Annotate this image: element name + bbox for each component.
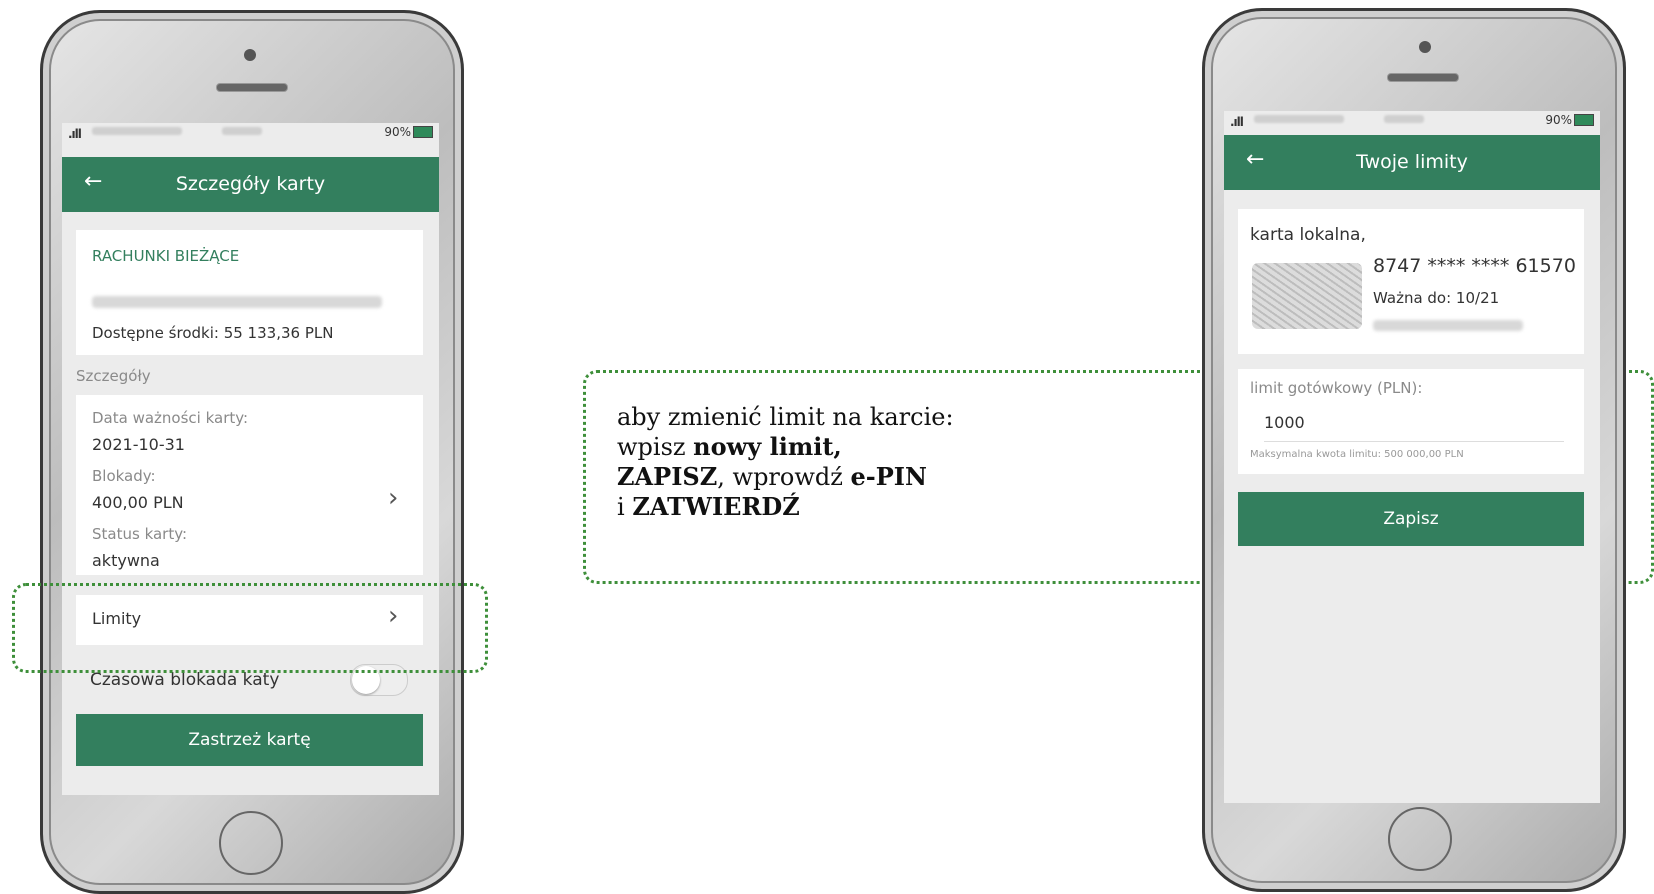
app-header: ← Twoje limity <box>1224 135 1600 190</box>
card-info: karta lokalna, 8747 **** **** 61570 Ważn… <box>1238 209 1584 354</box>
limits-highlight <box>12 583 488 673</box>
instruction-line-2: wpisz nowy limit, <box>617 432 842 461</box>
card-type: karta lokalna, <box>1250 225 1366 245</box>
status-bar: .ıll 90% <box>1224 111 1600 131</box>
temp-block-label: Czasowa blokada katy <box>90 670 280 690</box>
right-screen: .ıll 90% ← Twoje limity karta lokalna, 8… <box>1224 111 1600 803</box>
signal-icon: .ıll <box>68 127 82 141</box>
chevron-right-icon: › <box>388 483 399 513</box>
card-holder-blur <box>1373 320 1523 331</box>
limit-label: limit gotówkowy (PLN): <box>1250 379 1423 397</box>
camera-icon <box>244 49 256 61</box>
expiry-value: 2021-10-31 <box>92 435 185 454</box>
battery-icon <box>1574 114 1594 126</box>
limit-input[interactable]: 1000 <box>1264 413 1564 442</box>
instruction-line-1: aby zmienić limit na karcie: <box>617 403 954 431</box>
signal-icon: .ıll <box>1230 115 1244 129</box>
account-type: RACHUNKI BIEŻĄCE <box>92 247 240 265</box>
blocks-value: 400,00 PLN <box>92 493 184 512</box>
battery-icon <box>413 126 433 138</box>
limit-form: limit gotówkowy (PLN): 1000 Maksymalna k… <box>1238 369 1584 474</box>
card-valid: Ważna do: 10/21 <box>1373 289 1500 307</box>
save-button[interactable]: Zapisz <box>1238 492 1584 546</box>
app-header: ← Szczegóły karty <box>62 157 439 212</box>
home-button[interactable] <box>1388 807 1452 871</box>
account-card: RACHUNKI BIEŻĄCE Dostępne środki: 55 133… <box>76 230 423 355</box>
carrier-blur <box>92 127 182 135</box>
card-number: 8747 **** **** 61570 <box>1373 255 1576 277</box>
limit-hint: Maksymalna kwota limitu: 500 000,00 PLN <box>1250 449 1464 460</box>
blocks-label: Blokady: <box>92 467 156 485</box>
instruction-text: aby zmienić limit na karcie: wpisz nowy … <box>617 402 954 522</box>
status-value: aktywna <box>92 551 160 570</box>
left-phone-frame: .ıll 90% ← Szczegóły karty RACHUNKI BIEŻ… <box>40 10 464 894</box>
page-title: Szczegóły karty <box>175 173 326 195</box>
left-screen: .ıll 90% ← Szczegóły karty RACHUNKI BIEŻ… <box>62 123 439 795</box>
camera-icon <box>1419 41 1431 53</box>
battery-percent: 90% <box>1545 113 1572 127</box>
clock-blur <box>1384 115 1424 123</box>
speaker-grille <box>216 83 288 92</box>
home-button[interactable] <box>219 811 283 875</box>
battery-percent: 90% <box>384 125 411 139</box>
available-funds: Dostępne środki: 55 133,36 PLN <box>92 324 334 342</box>
carrier-blur <box>1254 115 1344 123</box>
card-image <box>1252 263 1362 329</box>
details-card[interactable]: Data ważności karty: 2021-10-31 Blokady:… <box>76 395 423 575</box>
expiry-label: Data ważności karty: <box>92 409 249 427</box>
clock-blur <box>222 127 262 135</box>
speaker-grille <box>1387 73 1459 82</box>
reserve-card-button[interactable]: Zastrzeż kartę <box>76 714 423 766</box>
instruction-line-4: i ZATWIERDŹ <box>617 492 800 521</box>
page-title: Twoje limity <box>1356 151 1468 173</box>
details-heading: Szczegóły <box>76 367 151 385</box>
status-label: Status karty: <box>92 525 188 543</box>
status-bar: .ıll 90% <box>62 123 439 143</box>
account-number-blur <box>92 296 382 308</box>
right-phone-frame: .ıll 90% ← Twoje limity karta lokalna, 8… <box>1202 8 1626 892</box>
instruction-line-3: ZAPISZ, wprowdź e-PIN <box>617 462 927 491</box>
